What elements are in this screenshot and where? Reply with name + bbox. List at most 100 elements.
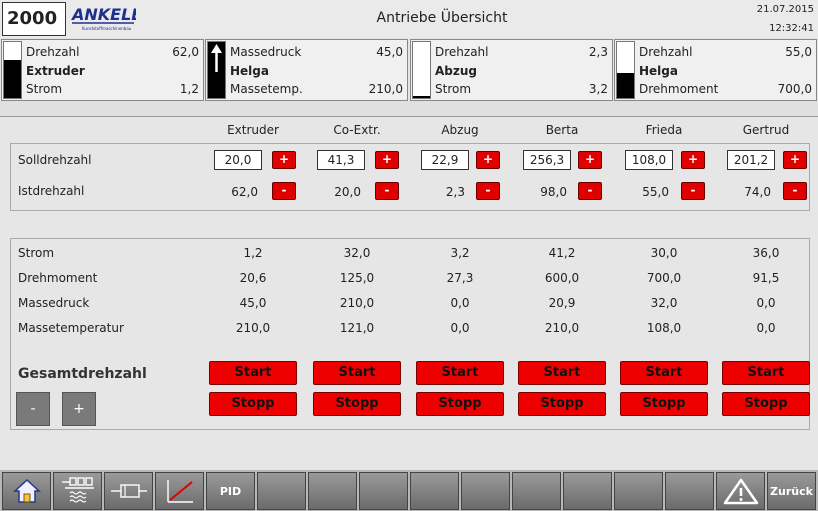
home-icon bbox=[12, 478, 41, 503]
column-header: Frieda bbox=[645, 123, 683, 137]
level-bar-fill bbox=[617, 72, 634, 98]
soll-plus-button[interactable]: + bbox=[578, 151, 602, 169]
trend-button[interactable] bbox=[155, 472, 204, 510]
home-button[interactable] bbox=[2, 472, 51, 510]
istdrehzahl-value: 2,3 bbox=[445, 185, 465, 199]
summary-panel: Massedruck 45,0 Helga Massetemp. 210,0 bbox=[205, 39, 408, 101]
stopp-button[interactable]: Stopp bbox=[620, 392, 708, 416]
date-display: 21.07.2015 bbox=[756, 4, 814, 15]
ist-minus-button[interactable]: - bbox=[476, 182, 500, 200]
start-button[interactable]: Start bbox=[620, 361, 708, 385]
value-cell: 125,0 bbox=[339, 271, 375, 285]
warning-icon bbox=[723, 478, 758, 505]
summary-top-row: Drehzahl 2,3 bbox=[435, 44, 608, 60]
value-cell: 700,0 bbox=[646, 271, 682, 285]
gesamt-minus-button[interactable]: - bbox=[16, 392, 50, 426]
soll-plus-button[interactable]: + bbox=[272, 151, 296, 169]
value-row-label: Drehmoment bbox=[18, 271, 98, 285]
empty-nav-button-5[interactable] bbox=[461, 472, 510, 510]
empty-nav-button-9[interactable] bbox=[665, 472, 714, 510]
soll-plus-button[interactable]: + bbox=[783, 151, 807, 169]
start-button[interactable]: Start bbox=[416, 361, 504, 385]
alarm-button[interactable] bbox=[716, 472, 765, 510]
pid-button[interactable]: PID bbox=[206, 472, 255, 510]
summary-top-row: Massedruck 45,0 bbox=[230, 44, 403, 60]
istdrehzahl-value: 62,0 bbox=[231, 185, 258, 199]
empty-nav-button-7[interactable] bbox=[563, 472, 612, 510]
solldrehzahl-input[interactable]: 41,3 bbox=[317, 150, 365, 170]
start-button[interactable]: Start bbox=[313, 361, 401, 385]
value-cell: 0,0 bbox=[450, 296, 470, 310]
ist-minus-button[interactable]: - bbox=[681, 182, 705, 200]
istdrehzahl-value: 20,0 bbox=[334, 185, 361, 199]
solldrehzahl-input[interactable]: 22,9 bbox=[421, 150, 469, 170]
ist-minus-button[interactable]: - bbox=[578, 182, 602, 200]
stopp-button[interactable]: Stopp bbox=[416, 392, 504, 416]
summary-top-label: Drehzahl bbox=[26, 45, 80, 59]
summary-bottom-value: 1,2 bbox=[179, 82, 199, 96]
level-bar bbox=[412, 41, 431, 99]
summary-bottom-value: 3,2 bbox=[588, 82, 608, 96]
ist-minus-button[interactable]: - bbox=[375, 182, 399, 200]
soll-plus-button[interactable]: + bbox=[476, 151, 500, 169]
solldrehzahl-input[interactable]: 20,0 bbox=[214, 150, 262, 170]
stopp-button[interactable]: Stopp bbox=[209, 392, 297, 416]
ist-label: Istdrehzahl bbox=[18, 184, 85, 198]
level-bar-fill bbox=[4, 59, 21, 98]
heater-icon bbox=[61, 477, 94, 503]
ist-minus-button[interactable]: - bbox=[272, 182, 296, 200]
summary-bottom-label: Drehmoment bbox=[639, 82, 719, 96]
empty-nav-button-3[interactable] bbox=[359, 472, 408, 510]
empty-nav-button-2[interactable] bbox=[308, 472, 357, 510]
summary-bottom-row: Strom 3,2 bbox=[435, 81, 608, 97]
column-header: Berta bbox=[545, 123, 579, 137]
gesamt-plus-button[interactable]: + bbox=[62, 392, 96, 426]
soll-plus-button[interactable]: + bbox=[375, 151, 399, 169]
value-cell: 210,0 bbox=[235, 321, 271, 335]
summary-bottom-value: 700,0 bbox=[777, 82, 812, 96]
value-cell: 108,0 bbox=[646, 321, 682, 335]
summary-top-row: Drehzahl 55,0 bbox=[639, 44, 812, 60]
stopp-button[interactable]: Stopp bbox=[518, 392, 606, 416]
solldrehzahl-input[interactable]: 108,0 bbox=[625, 150, 673, 170]
summary-bottom-label: Strom bbox=[26, 82, 63, 96]
summary-name: Abzug bbox=[435, 64, 477, 78]
value-cell: 20,6 bbox=[239, 271, 267, 285]
summary-bottom-row: Drehmoment 700,0 bbox=[639, 81, 812, 97]
start-button[interactable]: Start bbox=[518, 361, 606, 385]
value-cell: 91,5 bbox=[752, 271, 780, 285]
value-cell: 600,0 bbox=[544, 271, 580, 285]
column-header: Co-Extr. bbox=[333, 123, 381, 137]
value-cell: 0,0 bbox=[756, 321, 776, 335]
empty-nav-button-4[interactable] bbox=[410, 472, 459, 510]
column-header: Extruder bbox=[227, 123, 279, 137]
solldrehzahl-input[interactable]: 256,3 bbox=[523, 150, 571, 170]
start-button[interactable]: Start bbox=[209, 361, 297, 385]
column-header: Abzug bbox=[441, 123, 479, 137]
start-button[interactable]: Start bbox=[722, 361, 810, 385]
summary-bottom-value: 210,0 bbox=[368, 82, 403, 96]
value-cell: 36,0 bbox=[752, 246, 780, 260]
back-button[interactable]: Zurück bbox=[767, 472, 816, 510]
stopp-button[interactable]: Stopp bbox=[722, 392, 810, 416]
soll-label: Solldrehzahl bbox=[18, 153, 92, 167]
value-cell: 20,9 bbox=[548, 296, 576, 310]
empty-nav-button-8[interactable] bbox=[614, 472, 663, 510]
soll-plus-button[interactable]: + bbox=[681, 151, 705, 169]
stopp-button[interactable]: Stopp bbox=[313, 392, 401, 416]
value-cell: 41,2 bbox=[548, 246, 576, 260]
gesamtdrehzahl-label: Gesamtdrehzahl bbox=[18, 366, 147, 382]
solldrehzahl-input[interactable]: 201,2 bbox=[727, 150, 775, 170]
empty-nav-button-6[interactable] bbox=[512, 472, 561, 510]
sensor-icon bbox=[110, 484, 147, 498]
level-bar bbox=[616, 41, 635, 99]
value-row-label: Massetemperatur bbox=[18, 321, 124, 335]
panel-divider bbox=[0, 101, 818, 117]
ist-minus-button[interactable]: - bbox=[783, 182, 807, 200]
heating-button[interactable] bbox=[53, 472, 102, 510]
empty-nav-button-1[interactable] bbox=[257, 472, 306, 510]
summary-bottom-label: Massetemp. bbox=[230, 82, 303, 96]
sensor-button[interactable] bbox=[104, 472, 153, 510]
istdrehzahl-value: 55,0 bbox=[642, 185, 669, 199]
value-cell: 3,2 bbox=[450, 246, 470, 260]
